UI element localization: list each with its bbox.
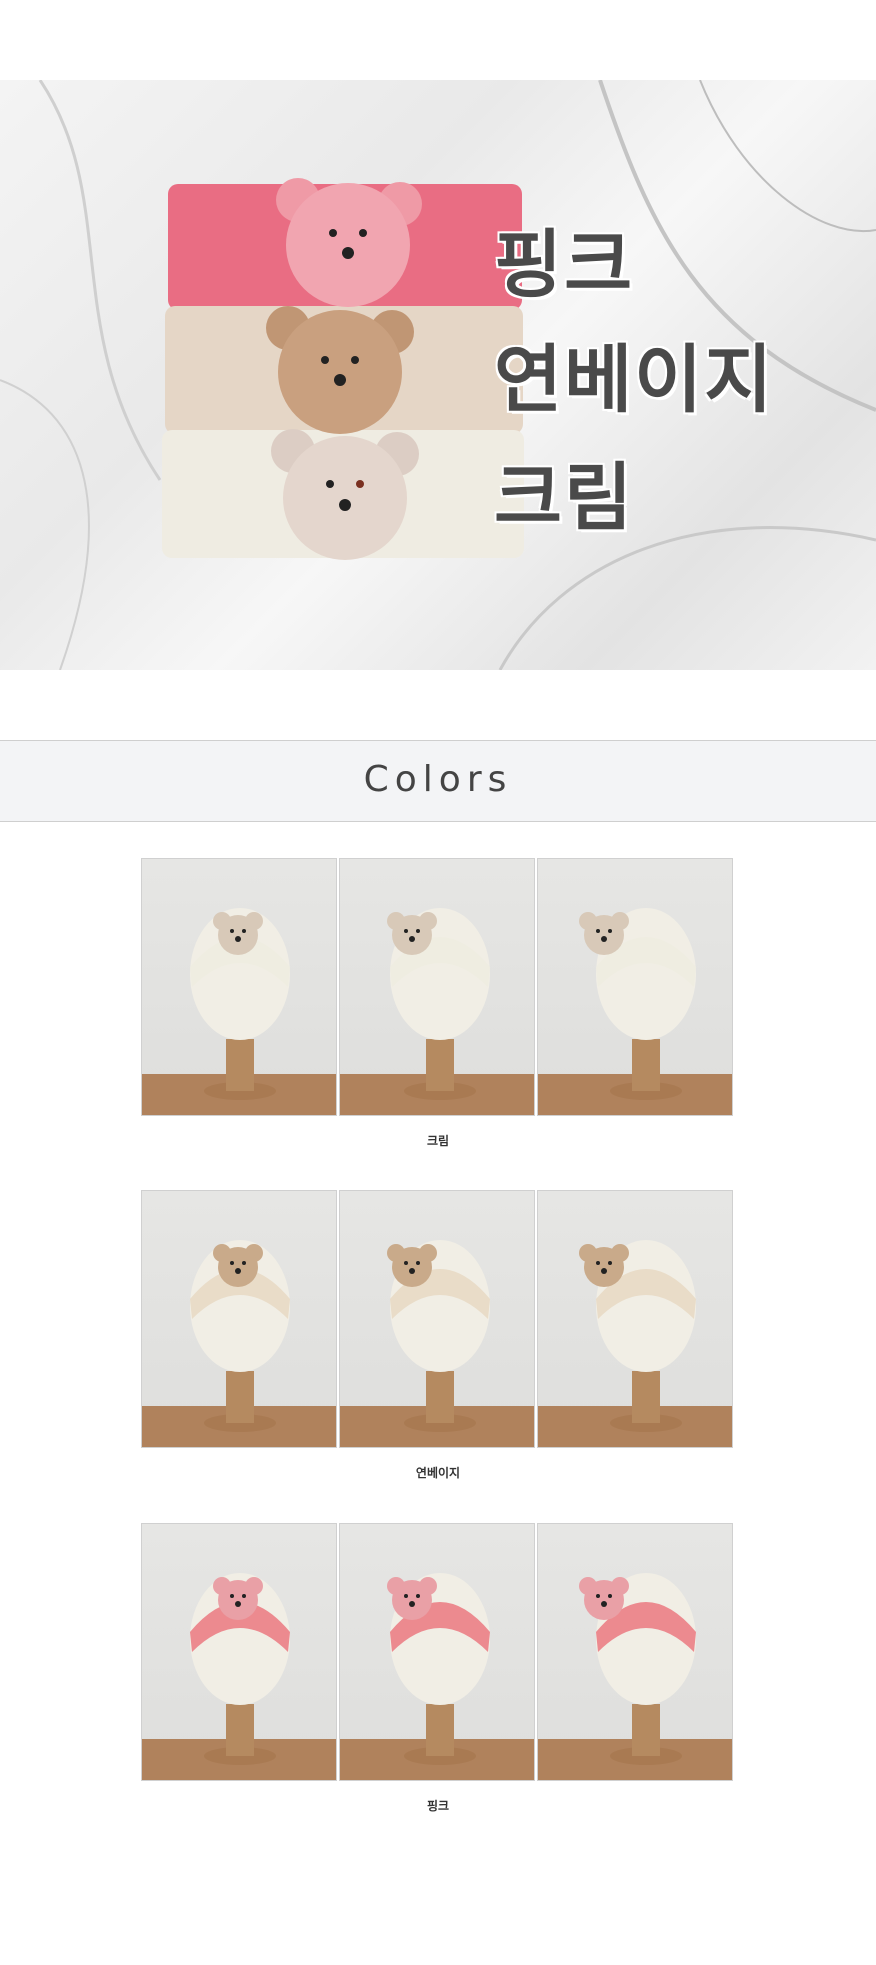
mannequin-illustration <box>142 908 336 1115</box>
hero-image: 핑크 연베이지 크림 <box>0 80 876 670</box>
hero-label-cream: 크림 <box>494 455 635 541</box>
color-group-cream: 크림 <box>141 858 735 1149</box>
bear-face-icon <box>584 1580 624 1620</box>
color-caption: 크림 <box>426 1134 450 1148</box>
bear-nose <box>235 936 241 942</box>
mannequin-photo-angle <box>339 1190 535 1448</box>
bear-eye <box>230 1594 234 1598</box>
bear-eye <box>230 1261 234 1265</box>
mannequin-illustration <box>340 908 534 1115</box>
bear-face-icon <box>218 1580 258 1620</box>
stand-pole <box>226 1039 254 1091</box>
photo-row <box>141 1523 735 1781</box>
mannequin-photo-side <box>537 1190 733 1448</box>
stand-pole <box>426 1039 454 1091</box>
mannequin-photo-side <box>537 858 733 1116</box>
bear-eye <box>608 1594 612 1598</box>
stand-pole <box>226 1371 254 1423</box>
colors-section-header: Colors <box>0 740 876 822</box>
bear-eye <box>596 1261 600 1265</box>
bear-face-icon <box>584 1247 624 1287</box>
mannequin-photo-side <box>537 1523 733 1781</box>
mannequin-photo-front <box>141 1523 337 1781</box>
bear-nose <box>235 1601 241 1607</box>
bear-eye <box>416 1261 420 1265</box>
bear-nose <box>409 1268 415 1274</box>
bear-nose <box>409 936 415 942</box>
mannequin-illustration <box>538 1240 732 1447</box>
bear-eye <box>416 1594 420 1598</box>
bear-eye <box>608 1261 612 1265</box>
bear-eye <box>596 929 600 933</box>
bear-face-icon <box>218 1247 258 1287</box>
photo-row <box>141 1190 735 1448</box>
mannequin-illustration <box>340 1240 534 1447</box>
hero-label-pink: 핑크 <box>494 222 635 308</box>
bear-nose <box>235 1268 241 1274</box>
color-group-pink: 핑크 <box>141 1523 735 1814</box>
stand-pole <box>632 1371 660 1423</box>
bear-eye <box>230 929 234 933</box>
bear-face-icon <box>584 915 624 955</box>
bear-nose <box>601 1268 607 1274</box>
bear-eye <box>404 929 408 933</box>
bear-eye <box>242 1261 246 1265</box>
color-caption: 연베이지 <box>415 1466 461 1480</box>
bear-face-icon <box>392 1247 432 1287</box>
mannequin-photo-angle <box>339 1523 535 1781</box>
bear-nose <box>601 1601 607 1607</box>
mannequin-illustration <box>340 1573 534 1780</box>
stand-pole <box>226 1704 254 1756</box>
color-caption: 핑크 <box>426 1799 450 1813</box>
bear-eye <box>608 929 612 933</box>
section-title: Colors <box>363 759 513 800</box>
mannequin-photo-front <box>141 1190 337 1448</box>
bear-eye <box>404 1261 408 1265</box>
mannequin-illustration <box>142 1573 336 1780</box>
mannequin-illustration <box>142 1240 336 1447</box>
bear-eye <box>242 1594 246 1598</box>
stand-pole <box>632 1039 660 1091</box>
color-group-beige: 연베이지 <box>141 1190 735 1481</box>
bear-eye <box>404 1594 408 1598</box>
bear-face-icon <box>392 1580 432 1620</box>
photo-row <box>141 858 735 1116</box>
mannequin-illustration <box>538 1573 732 1780</box>
bear-face-icon <box>392 915 432 955</box>
bear-face-icon <box>218 915 258 955</box>
bear-eye <box>416 929 420 933</box>
bear-eye <box>242 929 246 933</box>
stand-pole <box>426 1371 454 1423</box>
bear-eye <box>596 1594 600 1598</box>
stand-pole <box>426 1704 454 1756</box>
bear-nose <box>409 1601 415 1607</box>
hero-label-beige: 연베이지 <box>494 337 775 423</box>
mannequin-photo-front <box>141 858 337 1116</box>
bear-nose <box>601 936 607 942</box>
mannequin-photo-angle <box>339 858 535 1116</box>
mannequin-illustration <box>538 908 732 1115</box>
stand-pole <box>632 1704 660 1756</box>
